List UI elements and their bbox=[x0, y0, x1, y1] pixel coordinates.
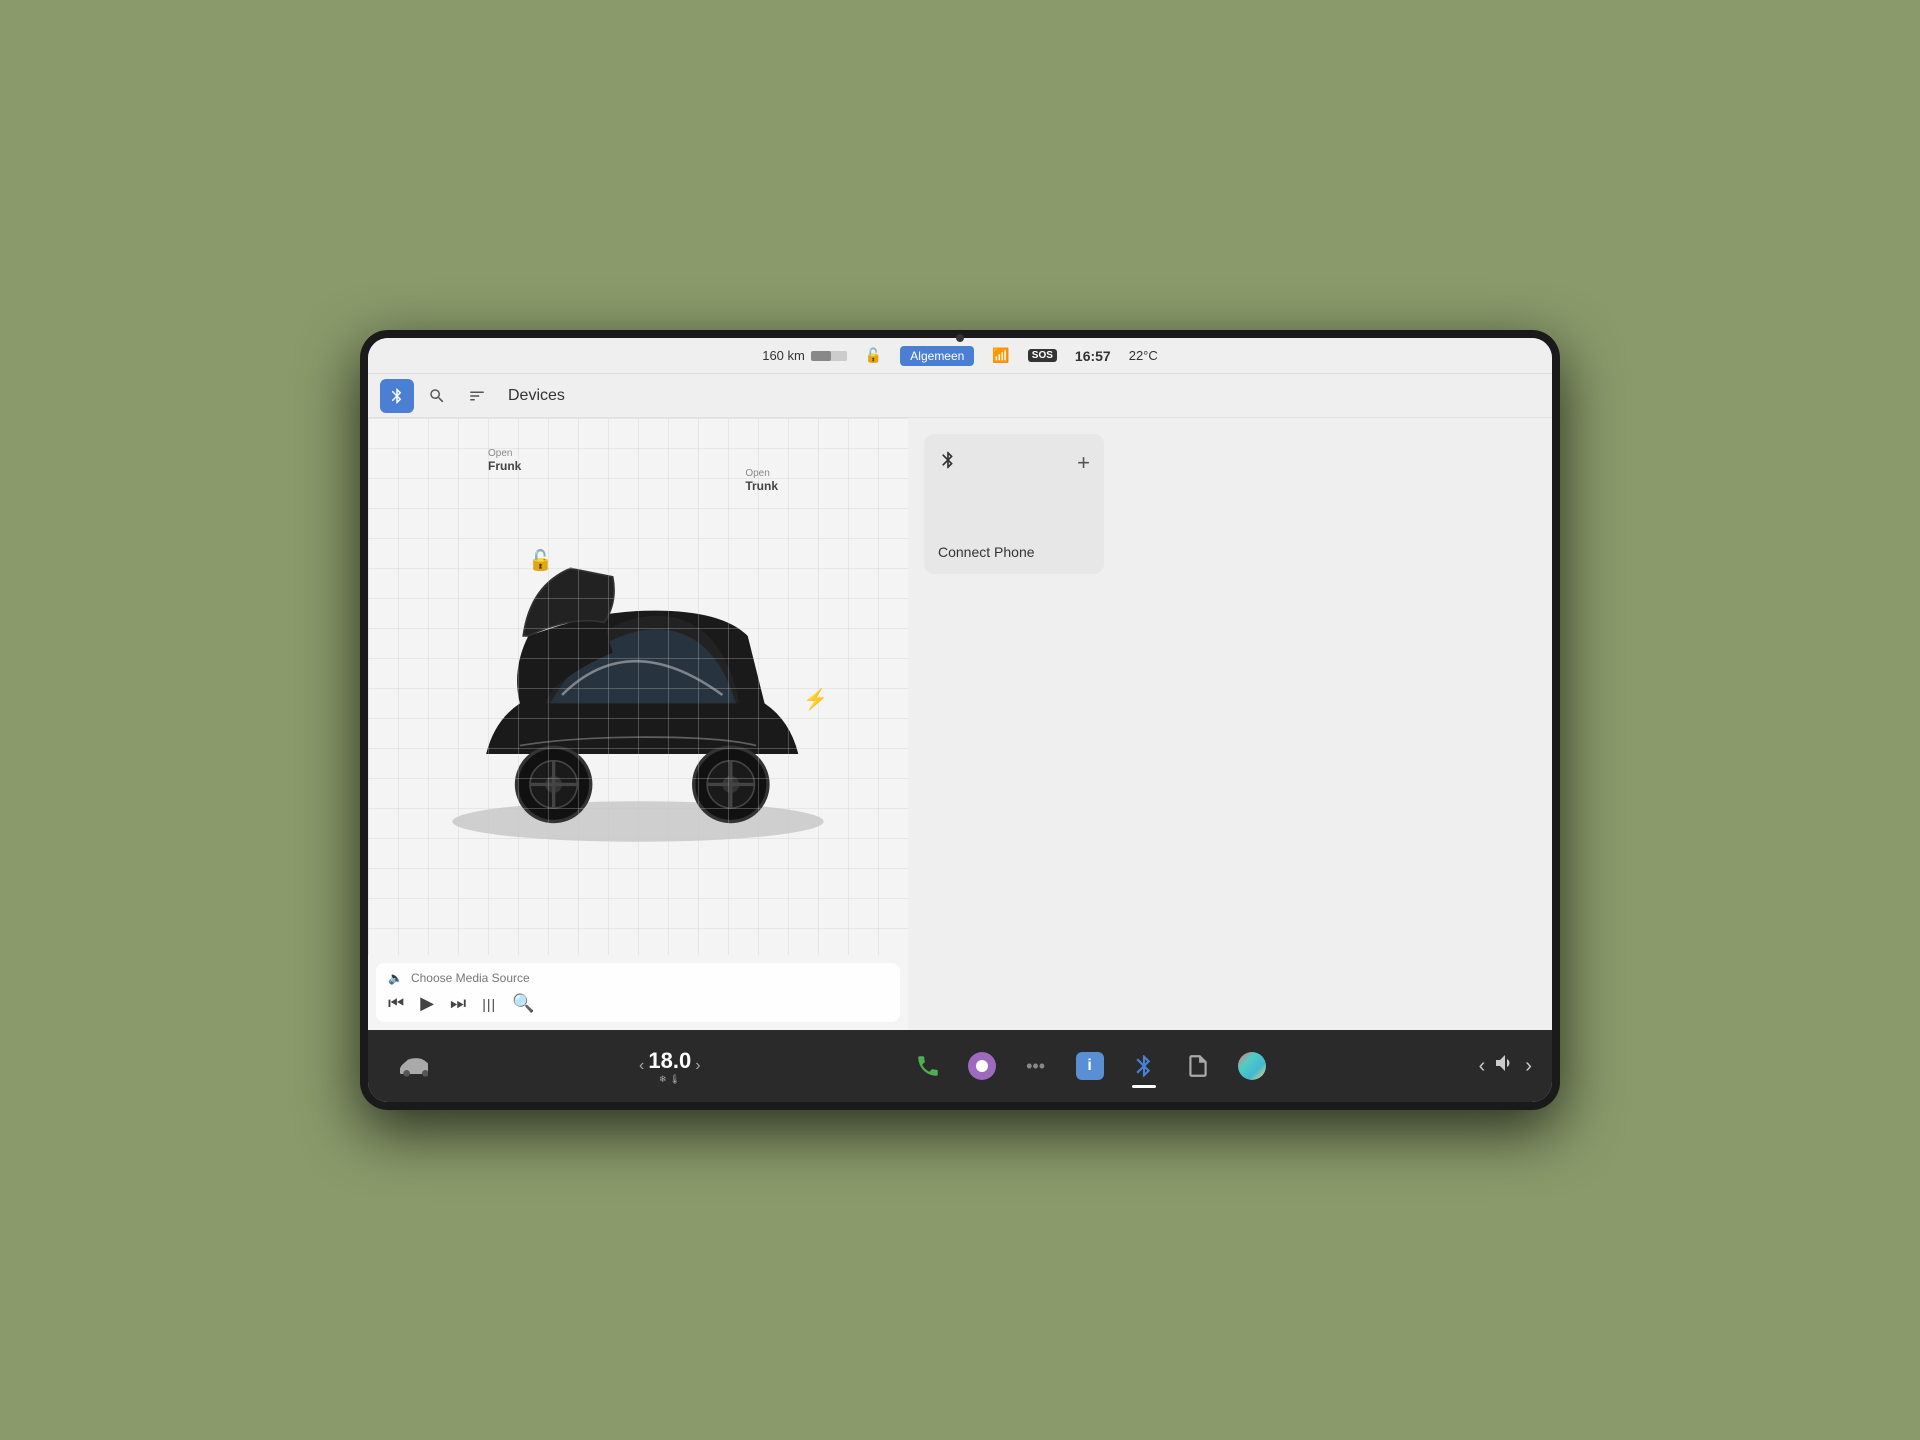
car-panel: Open Frunk Open Trunk 🔓 ⚡ bbox=[368, 418, 908, 1030]
battery-bar bbox=[811, 351, 847, 361]
phone-button[interactable] bbox=[904, 1042, 952, 1090]
main-content: Open Frunk Open Trunk 🔓 ⚡ bbox=[368, 418, 1552, 1030]
lock-state-indicator: 🔓 bbox=[528, 548, 553, 573]
ambient-temp: 22°C bbox=[1129, 348, 1158, 363]
camera-dot bbox=[956, 334, 964, 342]
search-button[interactable] bbox=[420, 379, 454, 413]
temp-mode-icons: ❄ 🌡 bbox=[648, 1074, 691, 1085]
add-device-icon: + bbox=[1077, 450, 1090, 476]
bluetooth-icon bbox=[938, 448, 958, 478]
media-source-row: 🔈 Choose Media Source bbox=[388, 971, 888, 985]
connect-phone-label: Connect Phone bbox=[938, 544, 1035, 560]
next-button[interactable]: ⏭ bbox=[450, 993, 466, 1014]
main-screen: 160 km 🔓 Algemeen 📶 SOS 16:57 22°C bbox=[368, 338, 1552, 1102]
time-display: 16:57 bbox=[1075, 348, 1111, 364]
media-player: 🔈 Choose Media Source ⏮ ▶ ⏭ ||| 🔍 bbox=[376, 963, 900, 1022]
taskbar-left bbox=[388, 1042, 436, 1090]
apps-button[interactable] bbox=[1228, 1042, 1276, 1090]
media-source-label[interactable]: Choose Media Source bbox=[411, 971, 530, 985]
devices-label: Devices bbox=[508, 387, 565, 405]
devices-panel: + Connect Phone bbox=[908, 418, 1552, 1030]
search-media-button[interactable]: 🔍 bbox=[512, 993, 534, 1014]
frunk-label: Open Frunk bbox=[488, 448, 521, 473]
more-apps-button[interactable]: ••• bbox=[1012, 1042, 1060, 1090]
volume-button[interactable] bbox=[1493, 1051, 1517, 1081]
card-top-row: + bbox=[938, 448, 1090, 478]
sos-badge: SOS bbox=[1028, 349, 1057, 362]
range-text: 160 km bbox=[762, 348, 805, 363]
queue-button[interactable]: ||| bbox=[482, 996, 496, 1012]
bluetooth-toggle-button[interactable] bbox=[380, 379, 414, 413]
volume-right-arrow[interactable]: › bbox=[1525, 1055, 1532, 1078]
car-view: Open Frunk Open Trunk 🔓 ⚡ bbox=[368, 418, 908, 955]
bluetooth-taskbar-button[interactable] bbox=[1120, 1042, 1168, 1090]
lock-icon: 🔓 bbox=[865, 347, 882, 364]
speaker-icon: 🔈 bbox=[388, 971, 403, 985]
temp-decrease-button[interactable]: ‹ bbox=[639, 1057, 644, 1075]
filter-button[interactable] bbox=[460, 379, 494, 413]
taskbar-center: ••• i bbox=[904, 1042, 1276, 1090]
status-bar: 160 km 🔓 Algemeen 📶 SOS 16:57 22°C bbox=[368, 338, 1552, 374]
range-display: 160 km bbox=[762, 348, 847, 363]
play-button[interactable]: ▶ bbox=[420, 993, 434, 1014]
temp-value: 18.0 bbox=[648, 1048, 691, 1073]
taskbar: ‹ 18.0 ❄ 🌡 › bbox=[368, 1030, 1552, 1102]
wifi-icon: 📶 bbox=[992, 347, 1009, 364]
charge-indicator: ⚡ bbox=[803, 687, 828, 712]
prev-button[interactable]: ⏮ bbox=[388, 993, 404, 1014]
notes-button[interactable] bbox=[1174, 1042, 1222, 1090]
connect-phone-card[interactable]: + Connect Phone bbox=[924, 434, 1104, 574]
trunk-label: Open Trunk bbox=[745, 468, 778, 493]
camera-button[interactable] bbox=[958, 1042, 1006, 1090]
temp-increase-button[interactable]: › bbox=[695, 1057, 700, 1075]
info-button[interactable]: i bbox=[1066, 1042, 1114, 1090]
car-button[interactable] bbox=[388, 1042, 436, 1090]
profile-button[interactable]: Algemeen bbox=[900, 346, 974, 366]
screen-bezel: 160 km 🔓 Algemeen 📶 SOS 16:57 22°C bbox=[360, 330, 1560, 1110]
temperature-control: ‹ 18.0 ❄ 🌡 › bbox=[639, 1048, 700, 1085]
bluetooth-toolbar: Devices bbox=[368, 374, 1552, 418]
taskbar-right: ‹ › bbox=[1479, 1051, 1532, 1081]
battery-fill bbox=[811, 351, 831, 361]
volume-left-arrow[interactable]: ‹ bbox=[1479, 1055, 1486, 1078]
media-controls: ⏮ ▶ ⏭ ||| 🔍 bbox=[388, 993, 888, 1014]
